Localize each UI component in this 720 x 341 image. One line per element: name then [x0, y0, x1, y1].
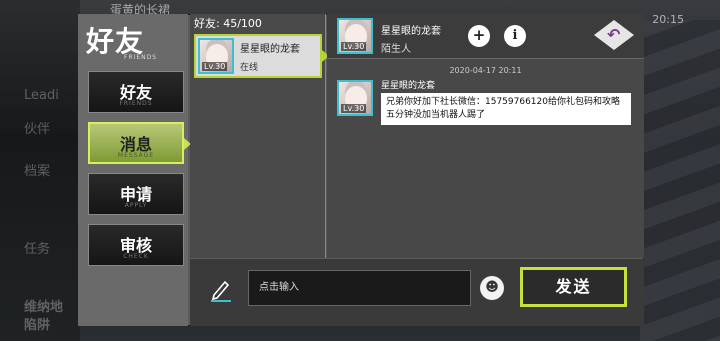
send-button[interactable]: 发送	[520, 267, 627, 307]
emoji-icon[interactable]: ☻	[480, 276, 504, 300]
avatar[interactable]: Lv.30	[337, 80, 373, 116]
level-badge: Lv.30	[341, 104, 367, 113]
avatar[interactable]: Lv.30	[337, 18, 373, 54]
level-badge: Lv.30	[202, 62, 228, 71]
message-input[interactable]: 点击输入	[248, 270, 471, 306]
nav-apply-button[interactable]: 申请 APPLY	[88, 173, 184, 215]
nav-label-en: CHECK	[123, 253, 149, 260]
chat-header: Lv.30 星星眼的龙套 陌生人 + i ↶	[327, 14, 644, 59]
contact-status: 陌生人	[381, 44, 411, 55]
avatar: Lv.30	[198, 38, 234, 74]
friends-panel: 好友 FRIENDS 好友 FRIENDS 消息 MESSAGE 申请 APPL…	[78, 14, 644, 326]
background-menu-label: 维纳地	[24, 300, 64, 315]
background-clock: 20:15	[652, 13, 684, 26]
background-menu-label: Leadi	[24, 88, 59, 103]
nav-label-en: APPLY	[124, 202, 148, 209]
plus-icon[interactable]: +	[468, 25, 490, 47]
composer-bar: 点击输入 ☻ 发送	[190, 259, 644, 326]
background-art	[640, 20, 720, 341]
contact-name: 星星眼的龙套	[381, 26, 441, 37]
background-menu-label: 任务	[24, 242, 51, 257]
back-arrow-icon: ↶	[607, 25, 621, 44]
background-menu-label: 伙伴	[24, 122, 51, 137]
info-icon[interactable]: i	[504, 25, 526, 47]
friend-name: 星星眼的龙套	[240, 44, 300, 55]
nav-check-button[interactable]: 审核 CHECK	[88, 224, 184, 266]
nav-label-en: FRIENDS	[119, 100, 153, 107]
friend-status: 在线	[240, 63, 259, 73]
back-button[interactable]: ↶	[594, 20, 634, 50]
nav-friends-button[interactable]: 好友 FRIENDS	[88, 71, 184, 113]
nav-column: 好友 FRIENDS 好友 FRIENDS 消息 MESSAGE 申请 APPL…	[78, 14, 191, 326]
chat-area: Lv.30 星星眼的龙套 陌生人 + i ↶ 2020-04-17 20:11 …	[327, 14, 644, 258]
nav-label-en: MESSAGE	[117, 152, 155, 159]
message-bubble: 兄弟你好加下社长微信：15759766120给你礼包码和攻略五分钟没加当机器人踢…	[381, 93, 631, 125]
pencil-icon	[211, 280, 231, 302]
friends-list: 好友: 45/100 Lv.30 星星眼的龙套 在线	[190, 14, 329, 258]
friends-count: 好友: 45/100	[194, 17, 262, 30]
panel-subtitle: FRIENDS	[124, 54, 158, 61]
message-timestamp: 2020-04-17 20:11	[449, 66, 522, 75]
background-menu-label: 档案	[24, 164, 51, 179]
friend-list-item[interactable]: Lv.30 星星眼的龙套 在线	[194, 34, 329, 78]
level-badge: Lv.30	[341, 42, 367, 51]
nav-message-button[interactable]: 消息 MESSAGE	[88, 122, 191, 164]
message-sender: 星星眼的龙套	[381, 81, 436, 91]
background-menu-label: 陷阱	[24, 318, 51, 333]
